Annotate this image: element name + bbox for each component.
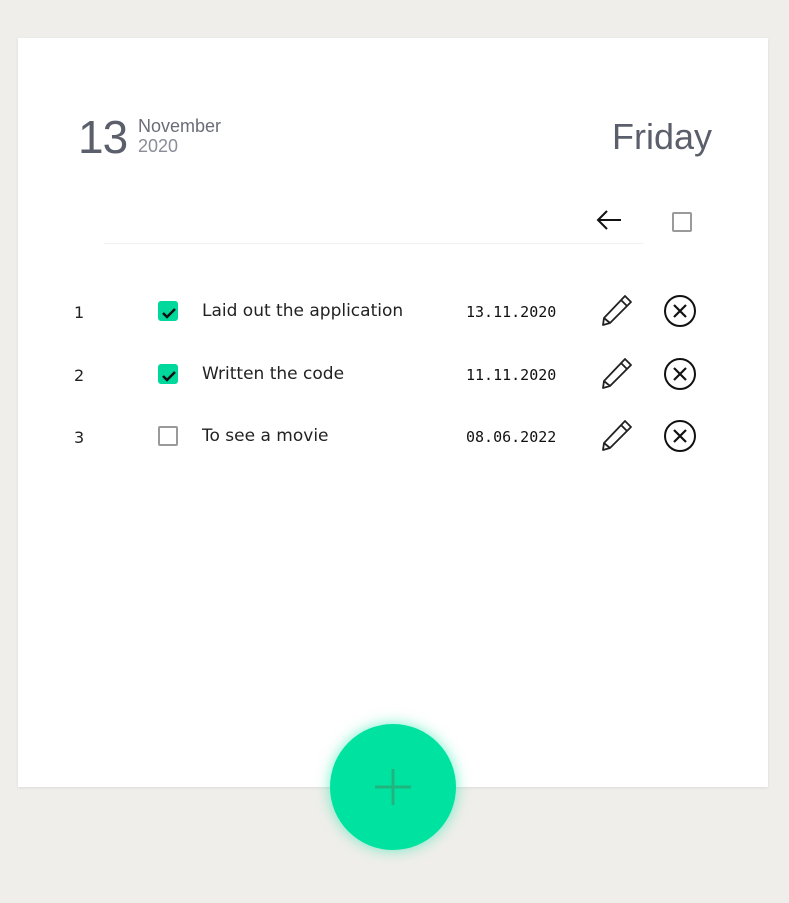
task-text: Written the code: [202, 364, 345, 384]
delete-icon[interactable]: [663, 419, 697, 457]
task-row: 3 To see a movie 08.06.2022: [18, 416, 768, 456]
delete-icon[interactable]: [663, 357, 697, 395]
date-month: November: [138, 116, 222, 136]
task-date: 11.11.2020: [466, 366, 557, 384]
date-day: 13: [78, 111, 128, 163]
task-text: Laid out the application: [202, 301, 404, 321]
todo-card: 13 November 2020 Friday 1 Laid out the a…: [18, 38, 768, 787]
add-task-button[interactable]: [330, 724, 456, 850]
pencil-icon[interactable]: [600, 293, 634, 331]
pencil-icon[interactable]: [600, 418, 634, 456]
delete-icon[interactable]: [663, 294, 697, 332]
task-date: 13.11.2020: [466, 303, 557, 321]
pencil-icon[interactable]: [600, 356, 634, 394]
task-row: 2 Written the code 11.11.2020: [18, 354, 768, 394]
back-arrow-icon[interactable]: [594, 206, 624, 234]
task-number: 3: [74, 428, 85, 447]
task-checkbox[interactable]: [158, 426, 178, 446]
select-all-checkbox[interactable]: [672, 212, 692, 232]
task-checkbox[interactable]: [158, 364, 178, 384]
task-number: 2: [74, 366, 85, 385]
task-text: To see a movie: [202, 426, 329, 446]
date-year: 2020: [138, 136, 179, 156]
plus-icon: [375, 769, 411, 805]
task-row: 1 Laid out the application 13.11.2020: [18, 291, 768, 331]
task-number: 1: [74, 303, 85, 322]
task-checkbox[interactable]: [158, 301, 178, 321]
date-weekday: Friday: [611, 116, 712, 157]
task-date: 08.06.2022: [466, 428, 557, 446]
divider: [104, 243, 644, 244]
